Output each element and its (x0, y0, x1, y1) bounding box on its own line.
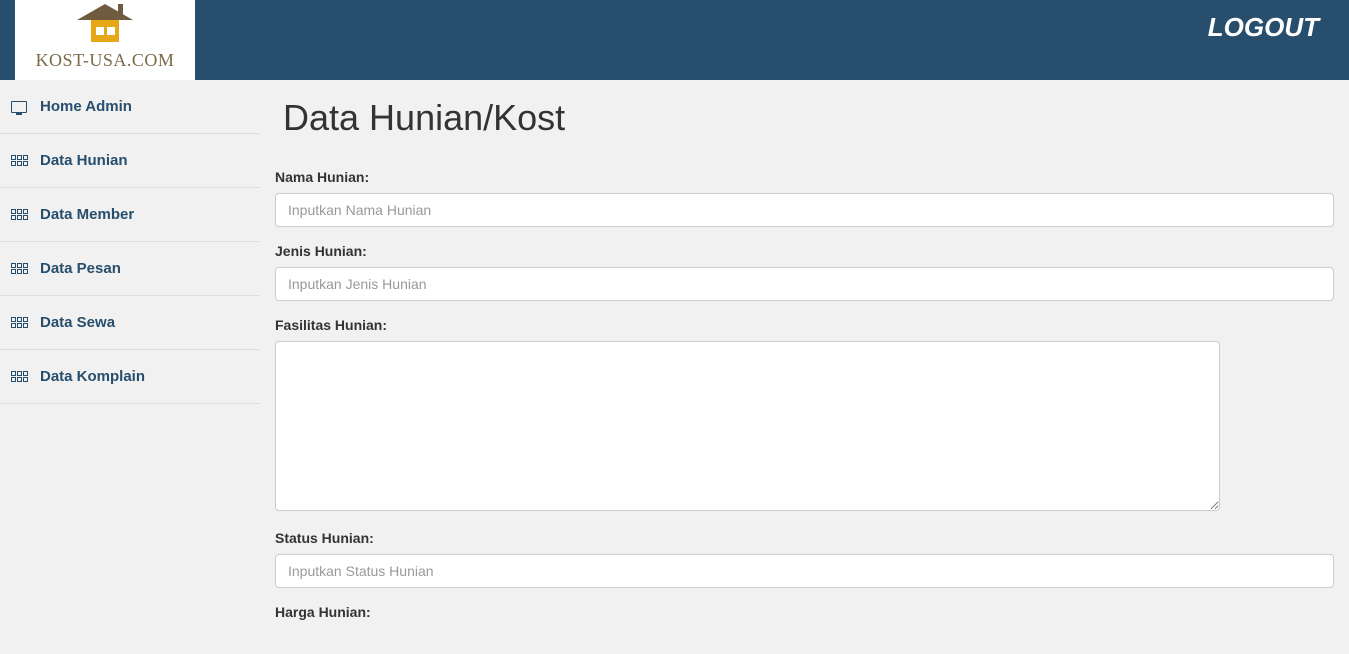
table-icon (10, 208, 28, 222)
sidebar-item-data-sewa[interactable]: Data Sewa (0, 296, 260, 350)
fasilitas-hunian-textarea[interactable] (275, 341, 1220, 511)
logo[interactable]: KOST-USA.COM (15, 0, 195, 80)
form-group-nama-hunian: Nama Hunian: (275, 169, 1334, 227)
logo-text: KOST-USA.COM (36, 50, 175, 71)
monitor-icon (10, 100, 28, 114)
table-icon (10, 316, 28, 330)
fasilitas-hunian-label: Fasilitas Hunian: (275, 317, 1334, 333)
nama-hunian-label: Nama Hunian: (275, 169, 1334, 185)
sidebar-item-data-member[interactable]: Data Member (0, 188, 260, 242)
sidebar-item-data-hunian[interactable]: Data Hunian (0, 134, 260, 188)
sidebar: Home Admin Data Hunian Data Member Data … (0, 80, 260, 651)
form-group-status-hunian: Status Hunian: (275, 530, 1334, 588)
jenis-hunian-label: Jenis Hunian: (275, 243, 1334, 259)
sidebar-item-label: Data Hunian (40, 152, 128, 169)
logo-house-icon (81, 10, 129, 42)
sidebar-item-label: Data Member (40, 206, 134, 223)
main-content: Data Hunian/Kost Nama Hunian: Jenis Huni… (260, 80, 1349, 651)
harga-hunian-label: Harga Hunian: (275, 604, 1334, 620)
sidebar-item-label: Data Komplain (40, 368, 145, 385)
page-title: Data Hunian/Kost (283, 97, 1334, 139)
form-group-harga-hunian: Harga Hunian: (275, 604, 1334, 620)
status-hunian-label: Status Hunian: (275, 530, 1334, 546)
table-icon (10, 262, 28, 276)
status-hunian-input[interactable] (275, 554, 1334, 588)
sidebar-item-label: Data Pesan (40, 260, 121, 277)
sidebar-item-data-pesan[interactable]: Data Pesan (0, 242, 260, 296)
form-group-jenis-hunian: Jenis Hunian: (275, 243, 1334, 301)
jenis-hunian-input[interactable] (275, 267, 1334, 301)
sidebar-item-home-admin[interactable]: Home Admin (0, 80, 260, 134)
sidebar-item-data-komplain[interactable]: Data Komplain (0, 350, 260, 404)
form-group-fasilitas-hunian: Fasilitas Hunian: (275, 317, 1334, 514)
table-icon (10, 370, 28, 384)
table-icon (10, 154, 28, 168)
sidebar-item-label: Home Admin (40, 98, 132, 115)
nama-hunian-input[interactable] (275, 193, 1334, 227)
sidebar-item-label: Data Sewa (40, 314, 115, 331)
header: KOST-USA.COM LOGOUT (0, 0, 1349, 80)
logout-link[interactable]: LOGOUT (1208, 0, 1349, 43)
